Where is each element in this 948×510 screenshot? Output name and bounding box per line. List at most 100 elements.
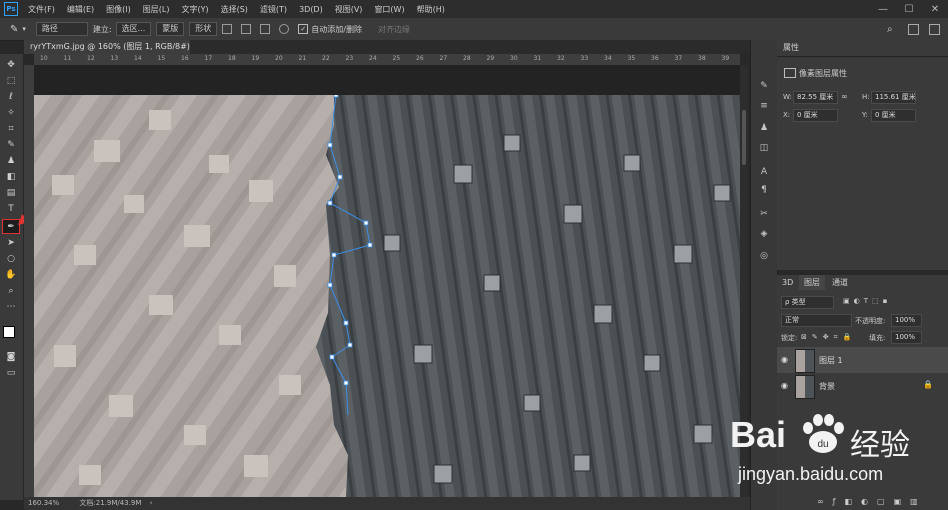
height-label: H: <box>862 93 870 101</box>
path-selection-tool-icon[interactable]: ➤ <box>3 236 19 249</box>
path-arrangement-icon[interactable] <box>260 24 271 34</box>
tab-layers[interactable]: 图层 <box>799 275 825 290</box>
menu-file[interactable]: 文件(F) <box>28 4 55 15</box>
brush-tool-icon[interactable]: ✎ <box>3 138 19 151</box>
tab-properties[interactable]: 属性 <box>777 40 805 56</box>
auto-add-delete-checkbox[interactable]: ✓ <box>298 24 309 34</box>
clone-source-icon[interactable]: ♟ <box>758 122 770 134</box>
opacity-field[interactable]: 100% <box>891 314 922 327</box>
menu-edit[interactable]: 编辑(E) <box>67 4 94 15</box>
history-icon[interactable]: ◫ <box>758 142 770 154</box>
ruler-tick-label: 29 <box>486 55 495 62</box>
canvas-area[interactable] <box>34 65 740 497</box>
make-selection-button[interactable]: 选区... <box>115 22 152 36</box>
lock-icon: 🔒 <box>923 380 933 389</box>
lasso-tool-icon[interactable]: ℓ <box>3 90 19 103</box>
layer-name[interactable]: 背景 <box>819 381 835 392</box>
3d-icon[interactable]: ◈ <box>758 228 770 240</box>
gear-icon[interactable] <box>279 24 290 34</box>
align-edges-label: 对齐边缘 <box>377 24 410 34</box>
hand-tool-icon[interactable]: ✋ <box>3 268 19 281</box>
menu-filter[interactable]: 滤镜(T) <box>260 4 287 15</box>
foreground-color-swatch[interactable] <box>3 326 15 338</box>
ruler-tick-label: 31 <box>533 55 542 62</box>
screen-mode-icon[interactable]: ▭ <box>3 366 19 379</box>
menu-image[interactable]: 图像(I) <box>106 4 131 15</box>
ruler-tick-label: 36 <box>651 55 659 62</box>
make-shape-button[interactable]: 形状 <box>189 22 218 36</box>
share-icon[interactable] <box>929 23 940 35</box>
ruler-tick-label: 19 <box>251 55 260 62</box>
ruler-tick-label: 26 <box>416 55 424 62</box>
close-window-button[interactable]: ✕ <box>922 0 948 18</box>
stamp-tool-icon[interactable]: ♟ <box>3 154 19 167</box>
watermark-brand-left: Bai <box>730 414 787 455</box>
pen-mode-select[interactable]: 路径 <box>35 22 88 36</box>
ruler-tick-label: 24 <box>369 55 377 62</box>
zoom-tool-icon[interactable]: ⌕ <box>3 284 19 297</box>
search-icon[interactable]: ⌕ <box>887 24 893 35</box>
menu-window[interactable]: 窗口(W) <box>374 4 404 15</box>
ruler-tick-label: 37 <box>674 55 683 62</box>
move-tool-icon[interactable]: ✥ <box>3 58 19 71</box>
status-chevron-icon[interactable]: › <box>150 499 153 507</box>
ruler-tick-label: 23 <box>345 55 354 62</box>
x-field[interactable]: 0 厘米 <box>793 109 838 122</box>
menu-layer[interactable]: 图层(L) <box>143 4 170 15</box>
ruler-tick-label: 34 <box>604 55 612 62</box>
workspace-icon[interactable] <box>908 23 919 35</box>
quick-mask-icon[interactable]: ◙ <box>3 350 19 363</box>
menu-type[interactable]: 文字(Y) <box>181 4 208 15</box>
crop-tool-icon[interactable]: ⌗ <box>3 122 19 135</box>
paw-icon: du <box>803 414 844 453</box>
ruler-tick-label: 33 <box>580 55 589 62</box>
height-field[interactable]: 115.61 厘米 <box>871 91 916 104</box>
ruler-tick-label: 15 <box>157 55 166 62</box>
character-icon[interactable]: A <box>758 166 770 178</box>
path-operations-icon[interactable] <box>222 24 233 34</box>
layer-filter-select[interactable]: ρ 类型 <box>781 296 834 309</box>
visibility-eye-icon[interactable]: ◉ <box>781 355 788 364</box>
maximize-button[interactable]: ☐ <box>896 0 922 18</box>
ruler-tick-label: 32 <box>557 55 565 62</box>
layer-row[interactable]: ◉ 背景 🔒 <box>777 373 948 399</box>
ruler-tick-label: 30 <box>510 55 518 62</box>
document-image[interactable] <box>34 95 740 497</box>
layer-name[interactable]: 图层 1 <box>819 355 843 366</box>
tab-channels[interactable]: 通道 <box>827 275 853 290</box>
filter-icons[interactable]: ▣◐T⬚▪ <box>843 297 891 305</box>
menu-select[interactable]: 选择(S) <box>221 4 248 15</box>
lock-icons[interactable]: ⊠✎✥⌗🔒 <box>801 333 856 342</box>
fill-field[interactable]: 100% <box>891 331 922 344</box>
layer-row[interactable]: ◉ 图层 1 <box>777 347 948 373</box>
scrollbar-thumb[interactable] <box>742 110 746 165</box>
quick-selection-tool-icon[interactable]: ✧ <box>3 106 19 119</box>
menu-3d[interactable]: 3D(D) <box>299 5 323 14</box>
tab-3d[interactable]: 3D <box>777 275 798 290</box>
more-tools-icon[interactable]: ⋯ <box>3 300 19 313</box>
tools-preset-icon[interactable]: ✂ <box>758 208 770 220</box>
path-alignment-icon[interactable] <box>241 24 252 34</box>
ruler-tick-label: 20 <box>275 55 283 62</box>
blend-mode-select[interactable]: 正常 <box>781 314 852 327</box>
menu-help[interactable]: 帮助(H) <box>417 4 445 15</box>
marquee-tool-icon[interactable]: ⬚ <box>3 74 19 87</box>
visibility-eye-icon[interactable]: ◉ <box>781 381 788 390</box>
adjustments-icon[interactable]: ≡ <box>758 100 770 112</box>
paragraph-icon[interactable]: ¶ <box>758 184 770 196</box>
libraries-icon[interactable]: ◎ <box>758 250 770 262</box>
ellipse-tool-icon[interactable]: ○ <box>3 252 19 265</box>
menu-bar: Ps 文件(F) 编辑(E) 图像(I) 图层(L) 文字(Y) 选择(S) 滤… <box>0 0 948 18</box>
brush-panel-icon[interactable]: ✎ <box>758 80 770 92</box>
link-proportions-icon[interactable]: ∞ <box>841 92 848 101</box>
width-field[interactable]: 82.55 厘米 <box>793 91 838 104</box>
minimize-button[interactable]: — <box>870 0 896 18</box>
pen-tool-preset-icon[interactable]: ✎ <box>10 24 18 35</box>
y-field[interactable]: 0 厘米 <box>871 109 916 122</box>
menu-view[interactable]: 视图(V) <box>335 4 363 15</box>
zoom-level[interactable]: 160.34% <box>28 499 59 507</box>
document-tab[interactable]: ryrYTxmG.jpg @ 160% (图层 1, RGB/8#) * × <box>24 40 190 54</box>
eraser-tool-icon[interactable]: ◧ <box>3 170 19 183</box>
make-mask-button[interactable]: 蒙版 <box>156 22 185 36</box>
chevron-down-icon[interactable]: ▾ <box>22 25 26 33</box>
